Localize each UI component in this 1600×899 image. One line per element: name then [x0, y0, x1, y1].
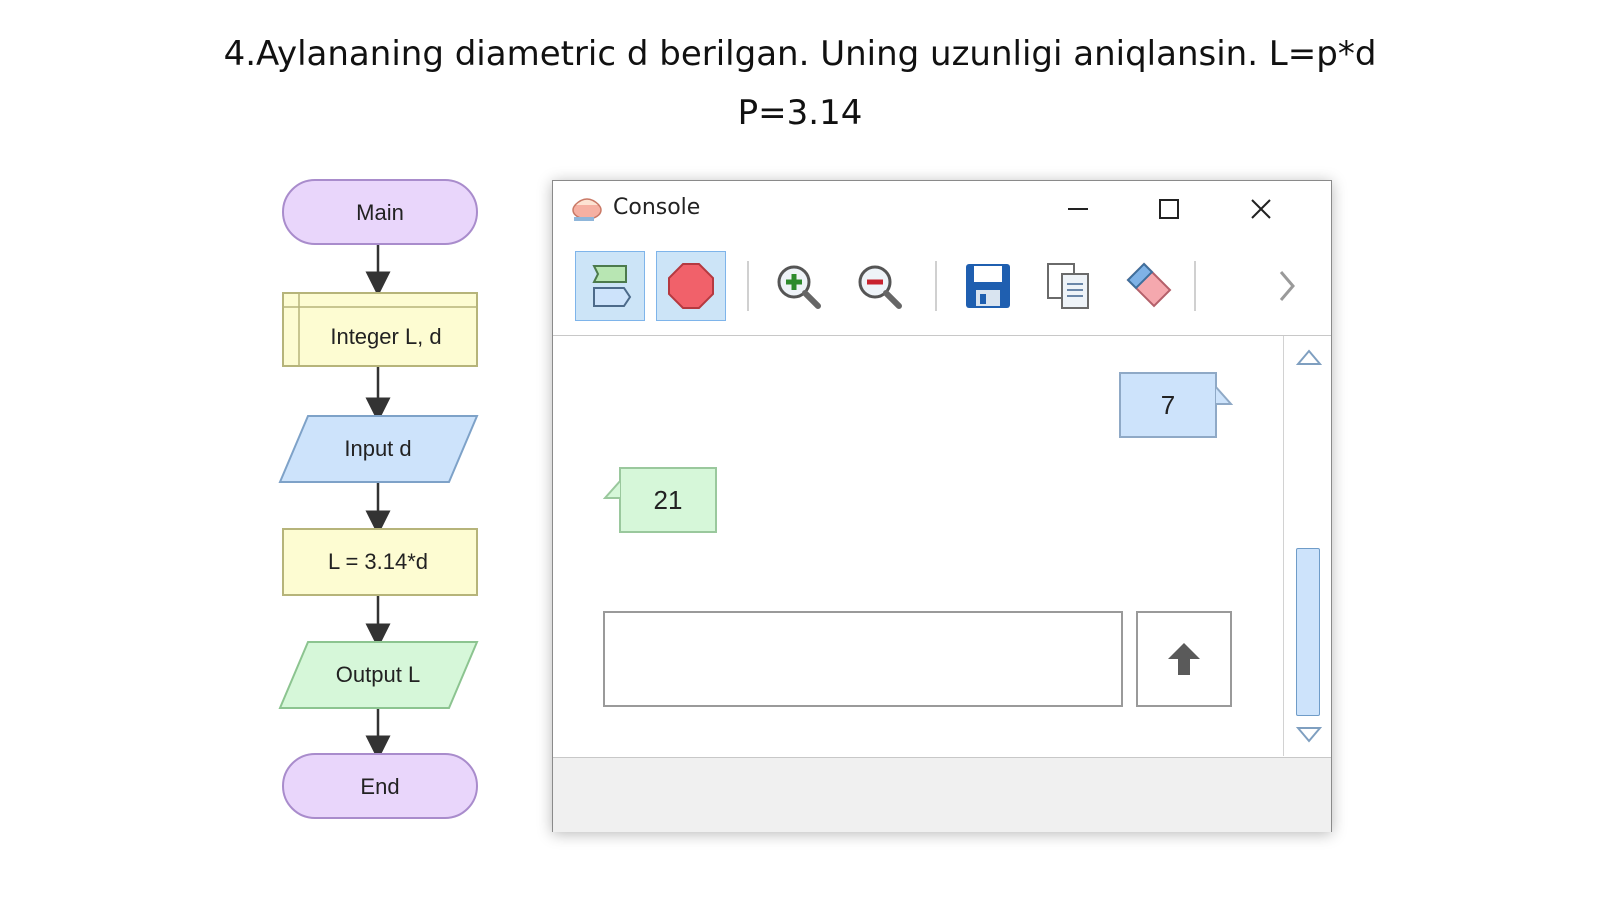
- end-label: End: [360, 774, 399, 799]
- minimize-icon: [1068, 208, 1088, 210]
- arrow-up-icon: [1168, 643, 1200, 675]
- input-echo-bubble: 7: [1119, 372, 1217, 438]
- save-icon: [966, 264, 1010, 308]
- chevron-right-icon: [1279, 271, 1295, 301]
- scroll-thumb[interactable]: [1296, 548, 1320, 716]
- assign-label: L = 3.14*d: [328, 549, 428, 574]
- maximize-icon: [1159, 199, 1179, 219]
- zoom-in-button[interactable]: [763, 251, 833, 321]
- send-button[interactable]: [1136, 611, 1232, 707]
- start-label: Main: [356, 200, 404, 225]
- flowchart-assign[interactable]: L = 3.14*d: [282, 528, 478, 596]
- input-bubble-tail: [1215, 386, 1233, 405]
- flowchart-declare[interactable]: Integer L, d: [282, 292, 478, 367]
- zoom-out-button[interactable]: [844, 251, 914, 321]
- titlebar[interactable]: Console: [553, 181, 1331, 235]
- copy-icon: [1047, 263, 1089, 309]
- declare-label: Integer L, d: [330, 324, 441, 349]
- heading-line-1: 4.Aylananing diametric d berilgan. Uning…: [223, 34, 1377, 74]
- minimize-button[interactable]: [1058, 191, 1098, 227]
- status-bar: [553, 757, 1331, 832]
- eraser-icon: [1126, 262, 1172, 308]
- output-bubble: 21: [619, 467, 717, 533]
- toolbar: [553, 235, 1331, 336]
- input-echo-value: 7: [1160, 389, 1176, 420]
- save-button[interactable]: [953, 251, 1023, 321]
- console-input[interactable]: [603, 611, 1123, 707]
- run-icon: [592, 265, 632, 307]
- input-label: Input d: [344, 436, 411, 461]
- eraser-button[interactable]: [1113, 251, 1183, 321]
- zoom-out-icon: [858, 265, 902, 309]
- stop-icon: [668, 263, 714, 309]
- flowchart-start[interactable]: Main: [282, 179, 478, 245]
- copy-button[interactable]: [1033, 251, 1103, 321]
- app-icon: [571, 195, 603, 228]
- flowchart: Main Integer L, d Input d L = 3.14*d Out…: [278, 179, 479, 819]
- console-window: Console 7 21: [552, 180, 1332, 832]
- run-button[interactable]: [575, 251, 645, 321]
- maximize-button[interactable]: [1149, 191, 1189, 227]
- vertical-scrollbar[interactable]: [1283, 336, 1331, 756]
- output-value: 21: [653, 484, 683, 515]
- output-bubble-tail: [603, 480, 621, 499]
- scroll-down-icon[interactable]: [1296, 724, 1322, 744]
- flowchart-input[interactable]: Input d: [278, 415, 479, 483]
- close-icon: [1251, 199, 1271, 219]
- heading-line-2: P=3.14: [737, 93, 863, 133]
- flowchart-end[interactable]: End: [282, 753, 478, 819]
- stop-button[interactable]: [656, 251, 726, 321]
- toolbar-overflow-button[interactable]: [1267, 251, 1307, 321]
- zoom-in-icon: [777, 265, 821, 309]
- output-label: Output L: [336, 662, 420, 687]
- window-title: Console: [613, 195, 701, 220]
- flowchart-output[interactable]: Output L: [278, 641, 479, 709]
- scroll-up-icon[interactable]: [1296, 348, 1322, 368]
- close-button[interactable]: [1241, 191, 1281, 227]
- console-output-area: 7 21: [553, 336, 1283, 756]
